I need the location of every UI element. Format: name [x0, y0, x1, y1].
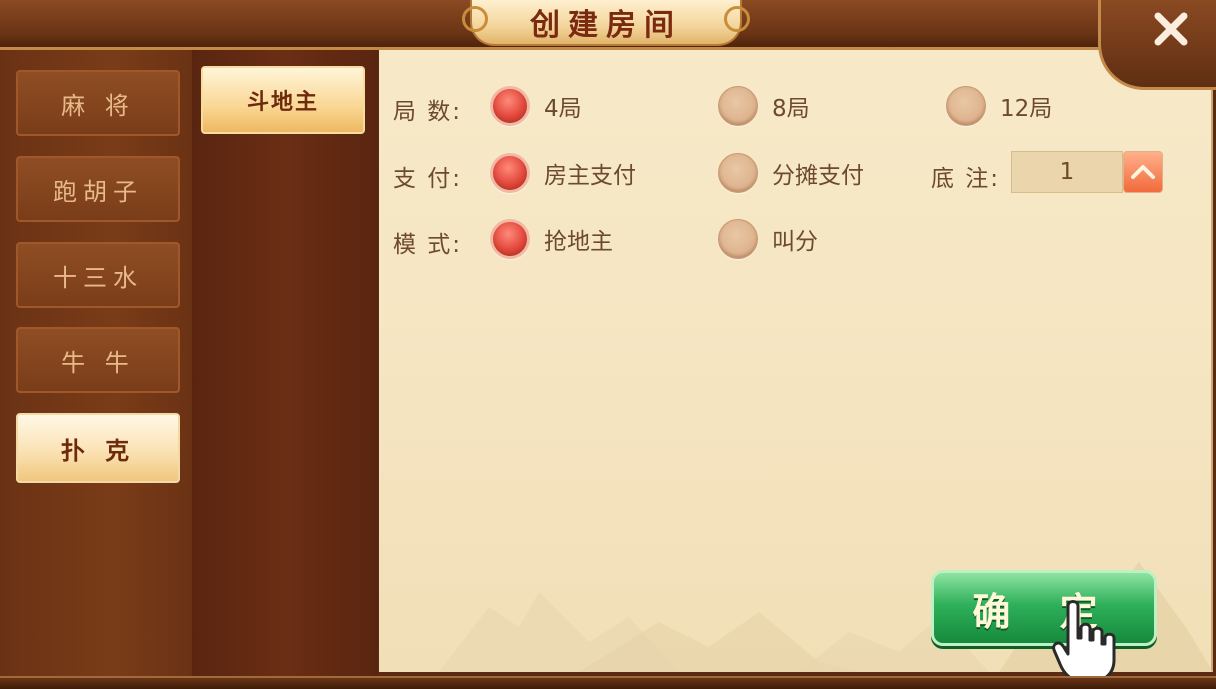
- category-label: 牛 牛: [61, 348, 135, 377]
- close-icon: [1154, 12, 1188, 46]
- radio-selected-icon: [490, 86, 530, 126]
- option-label: 叫分: [772, 229, 818, 255]
- mode-label: 模 式:: [393, 232, 463, 258]
- mode-row: 模 式: 抢地主 叫分: [379, 217, 1213, 261]
- rounds-row: 局 数: 4局 8局 12局: [379, 84, 1213, 128]
- category-shisanshui[interactable]: 十三水: [16, 242, 180, 308]
- rounds-option-4[interactable]: 4局: [490, 84, 582, 128]
- base-bet-increment-button[interactable]: [1123, 151, 1163, 193]
- base-bet-value[interactable]: 1: [1011, 151, 1123, 193]
- rounds-option-8[interactable]: 8局: [718, 84, 810, 128]
- rounds-option-12[interactable]: 12局: [946, 84, 1052, 128]
- radio-selected-icon: [490, 153, 530, 193]
- category-label: 跑胡子: [53, 177, 143, 206]
- option-label: 抢地主: [544, 229, 613, 255]
- category-paohuzi[interactable]: 跑胡子: [16, 156, 180, 222]
- category-poker[interactable]: 扑 克: [16, 413, 180, 483]
- category-label: 十三水: [53, 263, 143, 292]
- radio-unselected-icon: [718, 219, 758, 259]
- radio-unselected-icon: [946, 86, 986, 126]
- settings-panel: 局 数: 4局 8局 12局 支 付: 房主支付 分摊支付 底 注: 1 模 式…: [379, 50, 1213, 672]
- title-plaque: 创建房间: [462, 0, 750, 46]
- confirm-button[interactable]: 确 定: [931, 570, 1157, 646]
- mode-option-call-score[interactable]: 叫分: [718, 217, 818, 261]
- option-label: 分摊支付: [772, 163, 864, 189]
- option-label: 8局: [772, 96, 810, 122]
- subcategory-column: 斗地主: [192, 50, 378, 676]
- base-bet-value-text: 1: [1059, 159, 1075, 185]
- mode-option-grab-landlord[interactable]: 抢地主: [490, 217, 613, 261]
- close-button[interactable]: [1148, 6, 1194, 52]
- category-label: 扑 克: [60, 435, 136, 465]
- category-label: 麻 将: [61, 91, 135, 120]
- subcategory-doudizhu[interactable]: 斗地主: [201, 66, 365, 134]
- payment-row: 支 付: 房主支付 分摊支付 底 注: 1: [379, 151, 1213, 195]
- radio-unselected-icon: [718, 86, 758, 126]
- radio-selected-icon: [490, 219, 530, 259]
- category-sidebar: 麻 将 跑胡子 十三水 牛 牛 扑 克: [0, 50, 192, 676]
- pointing-hand-icon: [1052, 600, 1116, 684]
- subcategory-label: 斗地主: [246, 89, 319, 115]
- payment-option-split[interactable]: 分摊支付: [718, 151, 864, 195]
- payment-label: 支 付:: [393, 166, 463, 192]
- rounds-label: 局 数:: [393, 99, 463, 125]
- chevron-up-icon: [1131, 165, 1155, 179]
- option-label: 4局: [544, 96, 582, 122]
- base-bet-label: 底 注:: [931, 166, 1001, 192]
- payment-option-owner[interactable]: 房主支付: [490, 151, 636, 195]
- category-niuniu[interactable]: 牛 牛: [16, 327, 180, 393]
- window-title: 创建房间: [530, 8, 682, 43]
- option-label: 房主支付: [544, 163, 636, 189]
- bottom-frame: [0, 676, 1216, 689]
- option-label: 12局: [1000, 96, 1053, 122]
- radio-unselected-icon: [718, 153, 758, 193]
- category-mahjong[interactable]: 麻 将: [16, 70, 180, 136]
